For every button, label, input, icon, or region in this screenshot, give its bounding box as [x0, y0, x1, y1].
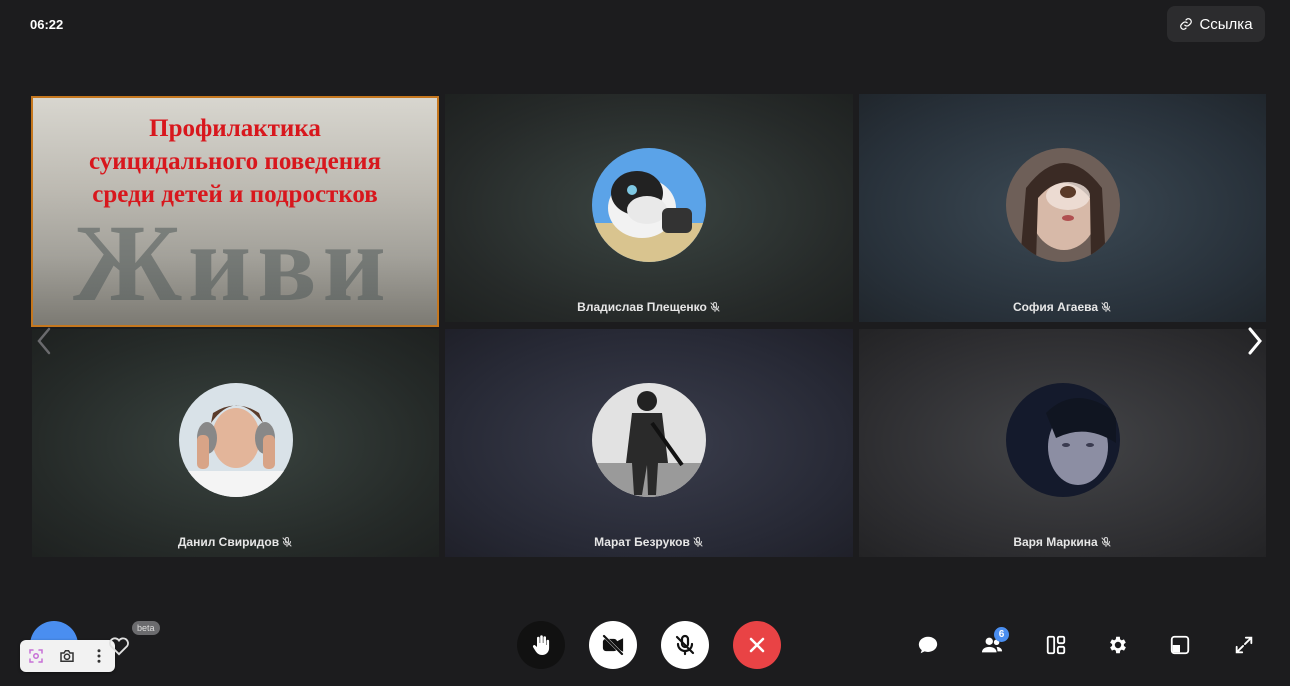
screen-share-title: Профилактика суицидального поведения сре… [33, 112, 437, 211]
camera-icon [60, 650, 75, 662]
mic-off-icon [1101, 301, 1111, 313]
participant-tile[interactable]: Владислав Плещенко [445, 94, 853, 322]
mic-off-icon [282, 536, 292, 548]
link-icon [1180, 18, 1193, 30]
end-call-button[interactable] [733, 621, 781, 669]
mic-off-icon [710, 301, 720, 313]
screen-share-title-line: среди детей и подростков [92, 181, 378, 208]
mic-off-icon [1101, 536, 1111, 548]
participant-name: Варя Маркина [859, 535, 1266, 549]
extension-toolbar [20, 640, 115, 672]
participant-name: Владислав Плещенко [445, 300, 853, 314]
participant-name-label: Владислав Плещенко [577, 300, 707, 314]
layout-icon [1046, 635, 1066, 655]
call-timer: 06:22 [30, 17, 64, 32]
fullscreen-button[interactable] [1232, 633, 1256, 657]
beta-badge: beta [132, 621, 160, 635]
end-call-icon [749, 637, 765, 653]
toggle-mic-button[interactable] [661, 621, 709, 669]
chat-button[interactable] [916, 633, 940, 657]
screen-share-tile[interactable]: Живи Профилактика суицидального поведени… [31, 96, 439, 327]
participant-tile[interactable]: Варя Маркина [859, 329, 1266, 557]
screen-share-title-line: Профилактика [149, 115, 321, 142]
screenshot-area-icon [29, 649, 43, 663]
mic-off-icon [675, 634, 695, 656]
participant-name-label: Данил Свиридов [177, 535, 280, 549]
more-vertical-icon [97, 649, 101, 663]
participant-name-label: Варя Маркина [1013, 535, 1098, 549]
screenshot-area-button[interactable] [23, 643, 49, 669]
chevron-left-icon[interactable] [34, 325, 56, 357]
chevron-right-icon[interactable] [1244, 325, 1266, 357]
participant-name: Марат Безруков [445, 535, 853, 549]
picture-in-picture-button[interactable] [1168, 633, 1192, 657]
participants-count-badge: 6 [994, 627, 1009, 642]
participant-name-label: София Агаева [1012, 300, 1099, 314]
avatar [592, 148, 706, 262]
participant-name: София Агаева [859, 300, 1266, 314]
screen-share-word: Живи [73, 202, 392, 324]
copy-link-label: Ссылка [1199, 15, 1253, 33]
screen-share-title-line: суицидального поведения [88, 148, 382, 175]
avatar [1005, 148, 1120, 262]
toggle-video-button[interactable] [589, 621, 637, 669]
participant-name: Данил Свиридов [32, 535, 439, 549]
participant-tile[interactable]: Данил Свиридов [32, 329, 439, 557]
fullscreen-icon [1235, 636, 1253, 654]
mic-off-icon [693, 536, 703, 548]
pip-icon [1170, 635, 1190, 655]
raise-hand-icon [532, 635, 550, 655]
layout-button[interactable] [1044, 633, 1068, 657]
participant-tile[interactable]: София Агаева [859, 94, 1266, 322]
settings-button[interactable] [1106, 633, 1130, 657]
heart-hands-icon[interactable] [108, 636, 130, 656]
participant-tile[interactable]: Марат Безруков [445, 329, 853, 557]
camera-capture-button[interactable] [54, 643, 80, 669]
settings-icon [1110, 636, 1126, 654]
avatar [592, 383, 706, 497]
avatar [178, 383, 293, 497]
copy-link-button[interactable]: Ссылка [1167, 6, 1265, 42]
participant-name-label: Марат Безруков [594, 535, 690, 549]
avatar [1005, 383, 1120, 497]
chat-icon [918, 636, 938, 654]
video-off-icon [602, 634, 624, 656]
raise-hand-button[interactable] [517, 621, 565, 669]
